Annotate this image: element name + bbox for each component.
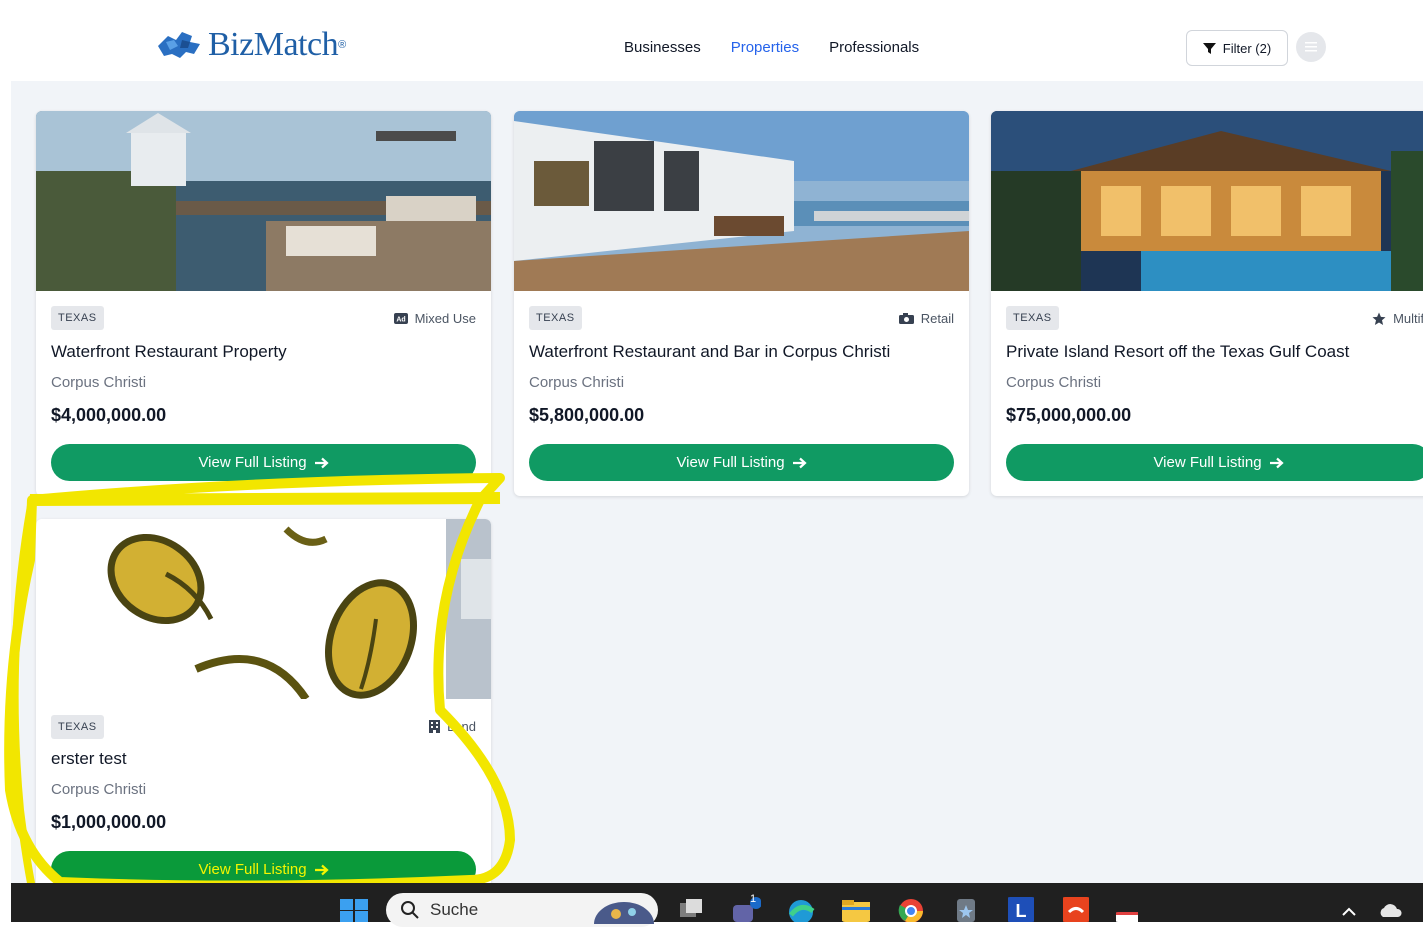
l-app-icon[interactable]: L — [1006, 897, 1036, 922]
main-nav: Businesses Properties Professionals — [624, 39, 919, 56]
view-full-listing-label: View Full Listing — [1153, 454, 1262, 471]
listing-title: Waterfront Restaurant and Bar in Corpus … — [529, 342, 891, 361]
ad-icon: Ad — [393, 313, 408, 324]
listing-city: Corpus Christi — [51, 374, 147, 391]
nav-professionals[interactable]: Professionals — [829, 39, 919, 56]
windows-start-icon[interactable] — [340, 899, 368, 922]
arrow-right-icon — [314, 864, 329, 875]
view-full-listing-label: View Full Listing — [676, 454, 785, 471]
listing-card: TEXAS Ad Mixed Use Waterfront Restaurant… — [36, 111, 491, 496]
filter-label: Filter (2) — [1222, 40, 1272, 56]
state-badge: TEXAS — [51, 715, 104, 739]
task-view-icon[interactable] — [677, 897, 707, 922]
view-full-listing-button[interactable]: View Full Listing — [1006, 444, 1423, 481]
listing-title: erster test — [51, 749, 127, 768]
page-left-edge — [0, 81, 11, 883]
view-full-listing-button[interactable]: View Full Listing — [529, 444, 954, 481]
puzzle-logo-icon — [158, 32, 200, 58]
logo-registered-mark: ® — [338, 39, 347, 51]
search-icon — [401, 901, 419, 919]
camera-icon — [898, 313, 914, 324]
bizmatch-logo[interactable]: BizMatch ® — [156, 26, 346, 64]
listing-card: TEXAS Multifamil Private Island Resort o… — [991, 111, 1423, 496]
listing-image[interactable] — [514, 111, 969, 291]
search-label: Suche — [430, 900, 479, 919]
view-full-listing-label: View Full Listing — [198, 454, 307, 471]
chrome-icon[interactable] — [896, 897, 926, 922]
listing-image[interactable] — [36, 111, 491, 291]
orange-app-icon[interactable] — [1061, 897, 1091, 922]
teams-icon[interactable] — [731, 897, 761, 922]
property-type-label: Land — [447, 719, 476, 734]
listing-price: $1,000,000.00 — [51, 812, 167, 832]
listing-card: TEXAS Land erster test Corpus Christi $1… — [36, 519, 491, 899]
listing-city: Corpus Christi — [51, 781, 147, 798]
property-type-label: Retail — [920, 311, 954, 326]
filter-icon — [1202, 42, 1216, 54]
logo-text: BizMatch — [208, 26, 339, 63]
listing-city: Corpus Christi — [1006, 374, 1102, 391]
listing-city: Corpus Christi — [529, 374, 625, 391]
filter-button[interactable]: Filter (2) — [1186, 30, 1288, 66]
user-menu-button[interactable] — [1296, 32, 1326, 62]
property-type: Multifamil — [1372, 311, 1423, 326]
listing-title: Private Island Resort off the Texas Gulf… — [1006, 342, 1350, 361]
state-badge: TEXAS — [529, 306, 582, 330]
listing-price: $75,000,000.00 — [1006, 405, 1132, 425]
property-type-label: Mixed Use — [414, 311, 476, 326]
arrow-right-icon — [314, 457, 329, 468]
property-type-label: Multifamil — [1393, 311, 1423, 326]
property-type: Ad Mixed Use — [393, 311, 476, 326]
file-explorer-icon[interactable] — [841, 897, 871, 922]
app-icon[interactable] — [951, 897, 981, 922]
menu-icon — [1305, 42, 1317, 52]
listing-image[interactable] — [991, 111, 1423, 291]
property-type: Retail — [898, 311, 954, 326]
state-badge: TEXAS — [1006, 306, 1059, 330]
listing-price: $5,800,000.00 — [529, 405, 645, 425]
svg-text:L: L — [1016, 901, 1027, 921]
chevron-up-icon[interactable] — [1341, 905, 1357, 917]
view-full-listing-label: View Full Listing — [198, 861, 307, 878]
taskbar-left-edge — [0, 883, 11, 922]
svg-text:Ad: Ad — [396, 317, 405, 324]
arrow-right-icon — [1269, 457, 1284, 468]
onedrive-cloud-icon[interactable] — [1378, 903, 1402, 919]
star-icon — [1372, 312, 1386, 325]
windows-taskbar — [11, 883, 1423, 922]
listing-price: $4,000,000.00 — [51, 405, 167, 425]
edge-browser-icon[interactable] — [786, 897, 816, 922]
property-type: Land — [429, 719, 476, 734]
teams-notification-count: 1 — [750, 893, 757, 905]
listing-card: TEXAS Retail Waterfront Restaurant and B… — [514, 111, 969, 496]
nav-properties[interactable]: Properties — [731, 39, 799, 56]
nav-businesses[interactable]: Businesses — [624, 39, 701, 56]
search-highlight-icon — [594, 902, 654, 924]
calendar-app-icon[interactable] — [1114, 912, 1144, 922]
listings-area: TEXAS Ad Mixed Use Waterfront Restaurant… — [11, 81, 1423, 899]
arrow-right-icon — [792, 457, 807, 468]
view-full-listing-button[interactable]: View Full Listing — [51, 444, 476, 481]
listing-title: Waterfront Restaurant Property — [51, 342, 287, 361]
listing-image[interactable] — [36, 519, 491, 699]
building-icon — [429, 720, 441, 733]
state-badge: TEXAS — [51, 306, 104, 330]
top-navbar: BizMatch ® Businesses Properties Professi… — [0, 0, 1423, 81]
